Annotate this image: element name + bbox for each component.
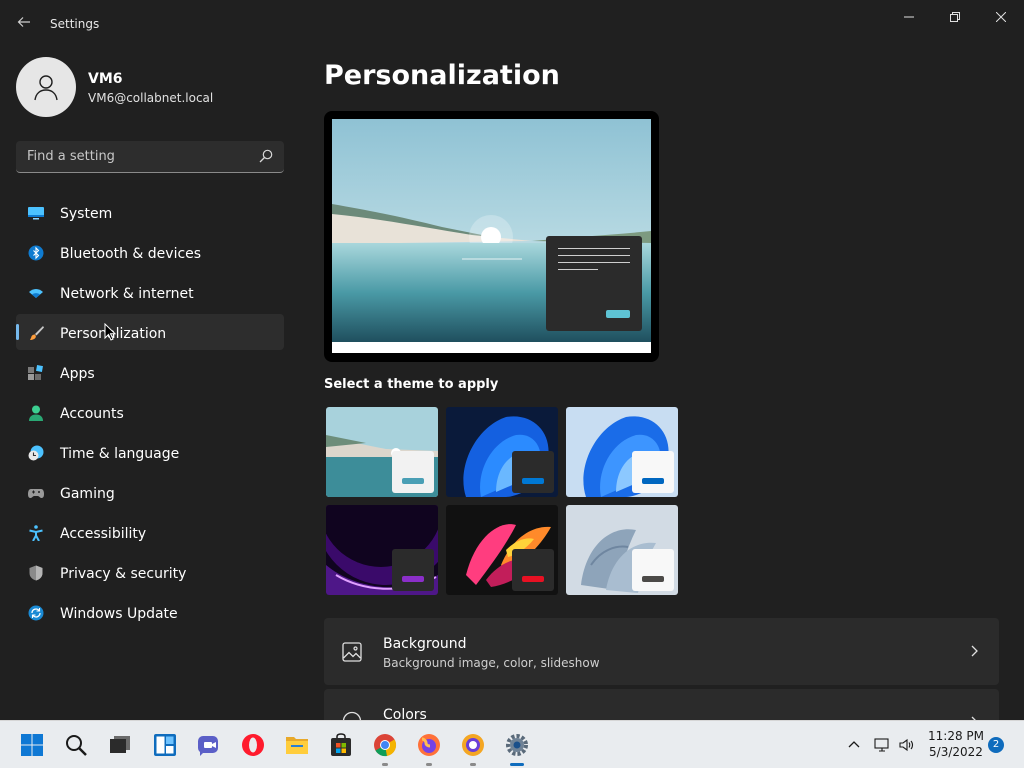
- search-icon[interactable]: [64, 733, 88, 757]
- running-indicator: [426, 763, 432, 766]
- microsoft-store-icon[interactable]: [329, 733, 353, 757]
- page-title: Personalization: [324, 60, 560, 91]
- start-icon[interactable]: [20, 733, 44, 757]
- minimize-button[interactable]: [886, 6, 932, 28]
- theme-window-sample: [632, 451, 674, 493]
- app-title: Settings: [50, 17, 100, 31]
- sidebar-item-label: Time & language: [60, 446, 180, 462]
- clock-globe-icon: [28, 445, 44, 461]
- chrome-icon[interactable]: [373, 733, 397, 757]
- chevron-up-icon[interactable]: [846, 737, 862, 753]
- theme-bloom-dark[interactable]: [446, 407, 558, 497]
- avatar: [16, 57, 76, 117]
- theme-preview: [324, 111, 659, 362]
- preview-taskbar: [332, 342, 651, 353]
- sidebar-item-bluetooth[interactable]: Bluetooth & devices: [16, 234, 284, 270]
- sidebar-item-accessibility[interactable]: Accessibility: [16, 514, 284, 550]
- shield-icon: [29, 565, 43, 581]
- theme-window-sample: [512, 451, 554, 493]
- running-indicator: [470, 763, 476, 766]
- wifi-icon: [29, 289, 43, 298]
- sidebar-item-label: Accessibility: [60, 526, 147, 542]
- card-title: Background: [383, 636, 467, 652]
- sidebar-item-network[interactable]: Network & internet: [16, 274, 284, 310]
- sidebar-item-windows-update[interactable]: Windows Update: [16, 594, 284, 630]
- sidebar-item-time-language[interactable]: Time & language: [16, 434, 284, 470]
- theme-flow[interactable]: [566, 505, 678, 595]
- active-indicator: [510, 763, 524, 766]
- notification-badge[interactable]: 2: [988, 737, 1004, 753]
- user-email: VM6@collabnet.local: [88, 91, 214, 105]
- sidebar-item-label: Apps: [60, 366, 95, 382]
- sidebar-item-personalization[interactable]: Personalization: [16, 314, 284, 350]
- theme-captured-motion[interactable]: [446, 505, 558, 595]
- mouse-cursor-icon: [104, 323, 116, 341]
- sidebar-item-label: Windows Update: [60, 606, 178, 622]
- clock-date[interactable]: 5/3/2022: [922, 745, 990, 759]
- theme-bloom-light[interactable]: [566, 407, 678, 497]
- search-icon: [259, 149, 273, 163]
- minimize-icon: [904, 16, 914, 18]
- palette-icon: [342, 711, 362, 720]
- accessibility-icon: [29, 525, 43, 541]
- theme-glow-lake[interactable]: [326, 407, 438, 497]
- settings-icon[interactable]: [505, 733, 529, 757]
- update-icon: [28, 605, 44, 621]
- search-input[interactable]: Find a setting: [16, 141, 284, 173]
- widgets-icon[interactable]: [153, 733, 177, 757]
- running-indicator: [382, 763, 388, 766]
- opera-icon[interactable]: [241, 733, 265, 757]
- sidebar-item-gaming[interactable]: Gaming: [16, 474, 284, 510]
- background-settings-card[interactable]: Background Background image, color, slid…: [324, 618, 999, 685]
- restore-button[interactable]: [932, 6, 978, 28]
- file-explorer-icon[interactable]: [285, 733, 309, 757]
- browser-icon[interactable]: [461, 733, 485, 757]
- image-icon: [342, 642, 362, 662]
- brush-icon: [30, 326, 44, 340]
- task-view-icon[interactable]: [108, 733, 132, 757]
- theme-window-sample: [392, 451, 434, 493]
- chevron-right-icon: [971, 645, 978, 657]
- bluetooth-icon: [28, 245, 44, 261]
- person-icon: [34, 75, 58, 101]
- card-subtitle: Background image, color, slideshow: [383, 656, 600, 670]
- restore-icon: [950, 12, 960, 22]
- taskbar: 11:28 PM 5/3/2022 2: [0, 720, 1024, 768]
- clock-time[interactable]: 11:28 PM: [922, 729, 990, 743]
- close-button[interactable]: [978, 6, 1024, 28]
- volume-icon[interactable]: [898, 737, 914, 753]
- colors-settings-card[interactable]: Colors: [324, 689, 999, 720]
- sidebar-item-label: Network & internet: [60, 286, 194, 302]
- sidebar-item-accounts[interactable]: Accounts: [16, 394, 284, 430]
- theme-window-sample: [632, 549, 674, 591]
- selection-indicator: [16, 324, 19, 340]
- preview-window-mock: [546, 236, 642, 331]
- sidebar-item-label: Gaming: [60, 486, 115, 502]
- sidebar-item-label: Bluetooth & devices: [60, 246, 202, 262]
- theme-glow-purple[interactable]: [326, 505, 438, 595]
- sidebar-item-label: Privacy & security: [60, 566, 187, 582]
- back-button[interactable]: [14, 14, 34, 34]
- monitor-icon: [28, 207, 44, 220]
- apps-icon: [28, 365, 43, 380]
- sidebar-item-label: Accounts: [60, 406, 124, 422]
- person-icon: [29, 405, 43, 421]
- teams-chat-icon[interactable]: [197, 733, 221, 757]
- search-placeholder: Find a setting: [27, 149, 115, 164]
- gamepad-icon: [28, 489, 44, 498]
- firefox-icon[interactable]: [417, 733, 441, 757]
- theme-section-label: Select a theme to apply: [324, 377, 499, 392]
- sidebar-item-privacy-security[interactable]: Privacy & security: [16, 554, 284, 590]
- back-arrow-icon: [17, 17, 30, 27]
- theme-window-sample: [512, 549, 554, 591]
- card-title: Colors: [383, 707, 427, 720]
- theme-window-sample: [392, 549, 434, 591]
- close-icon: [996, 12, 1006, 22]
- title-bar: Settings: [0, 0, 1024, 48]
- sidebar-item-apps[interactable]: Apps: [16, 354, 284, 390]
- user-name: VM6: [88, 71, 123, 87]
- sidebar-item-system[interactable]: System: [16, 194, 284, 230]
- sidebar-item-label: System: [60, 206, 113, 222]
- network-icon[interactable]: [874, 737, 890, 753]
